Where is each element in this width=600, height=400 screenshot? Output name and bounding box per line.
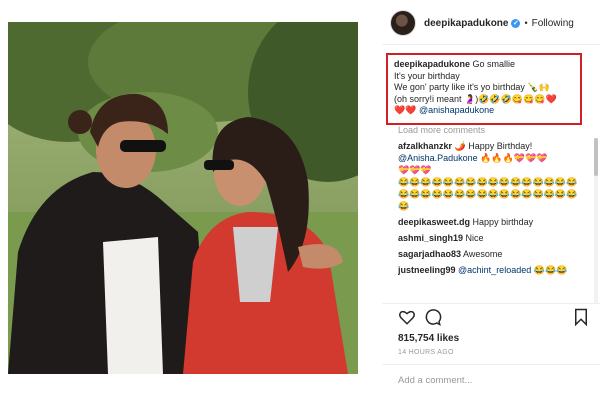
heart-icon[interactable] (398, 308, 416, 326)
comment-username[interactable]: deepikasweet.dg (398, 217, 470, 227)
list-item: sagarjadhao83 Awesome (398, 248, 588, 260)
post-timestamp: 14 HOURS AGO (398, 349, 454, 356)
separator-dot: • (524, 18, 528, 28)
comment-text: Happy birthday (472, 217, 534, 227)
list-item: afzalkhanzkr 🌶️ Happy Birthday! @Anisha.… (398, 140, 588, 212)
caption-text-1: Go smallie (472, 59, 516, 69)
list-item: justneeling99 @achint_reloaded 😂😂😂 (398, 264, 588, 276)
comments-scrollbar[interactable] (594, 138, 598, 303)
caption-username[interactable]: deepikapadukone (394, 59, 470, 69)
caption-line-3: We gon' party like it's yo birthday 🍾🙌 (394, 82, 550, 92)
scrollbar-thumb[interactable] (594, 138, 598, 176)
list-item: deepikasweet.dg Happy birthday (398, 216, 588, 228)
hearts-emoji: ❤️❤️ (394, 105, 417, 115)
caption-mention[interactable]: @anishapadukone (419, 105, 494, 115)
comment-username[interactable]: afzalkhanzkr (398, 141, 452, 151)
caption-line-5: ❤️❤️ @anishapadukone (394, 105, 574, 117)
post-photo[interactable] (8, 22, 358, 374)
list-item: ashmi_singh19 Nice (398, 232, 588, 244)
emoji-block: 😂😂😂😂😂😂😂😂😂😂😂😂😂😂😂😂😂😂😂😂😂😂😂😂😂😂😂😂😂😂😂😂😂 (398, 177, 578, 211)
add-comment-input[interactable] (398, 372, 588, 388)
photo-scene (8, 22, 358, 374)
caption-line-4: (oh sorry!i meant 🤰)🤣🤣🤣😋😋😋❤️ (394, 93, 557, 104)
bookmark-icon[interactable] (572, 308, 590, 326)
comments-list: afzalkhanzkr 🌶️ Happy Birthday! @Anisha.… (398, 140, 588, 300)
comment-text: Awesome (463, 249, 503, 259)
comment-mention[interactable]: @achint_reloaded (458, 265, 531, 275)
comment-text: 🔥🔥🔥💝💝💝 (480, 153, 548, 163)
comment-username[interactable]: justneeling99 (398, 265, 456, 275)
actions-divider (382, 303, 600, 304)
comment-username[interactable]: ashmi_singh19 (398, 233, 463, 243)
caption-highlight: deepikapadukone Go smallie It's your bir… (386, 53, 582, 125)
comment-text: Nice (465, 233, 484, 243)
likes-count[interactable]: 815,754 likes (398, 333, 459, 344)
comment-icon[interactable] (424, 308, 442, 326)
caption-line-1: deepikapadukone Go smallie (394, 59, 574, 71)
emoji-row: 💝💝💝 (398, 165, 432, 175)
post-actions (398, 308, 590, 328)
header-divider (382, 44, 600, 45)
post-header: deepikapadukone ✓ • Following (390, 8, 590, 38)
post-username[interactable]: deepikapadukone (424, 18, 508, 29)
following-button[interactable]: Following (532, 18, 574, 29)
post-sidebar: deepikapadukone ✓ • Following deepikapad… (382, 0, 600, 400)
comment-text: 🌶️ Happy Birthday! (454, 141, 533, 151)
avatar[interactable] (390, 10, 416, 36)
comment-username[interactable]: sagarjadhao83 (398, 249, 461, 259)
caption-line-2: It's your birthday (394, 70, 460, 81)
comment-mention[interactable]: @Anisha.Padukone (398, 153, 478, 163)
comment-text: 😂😂😂 (533, 265, 568, 275)
comment-divider (382, 364, 600, 365)
load-more-comments-link[interactable]: Load more comments (398, 125, 485, 135)
verified-badge-icon: ✓ (511, 18, 521, 28)
